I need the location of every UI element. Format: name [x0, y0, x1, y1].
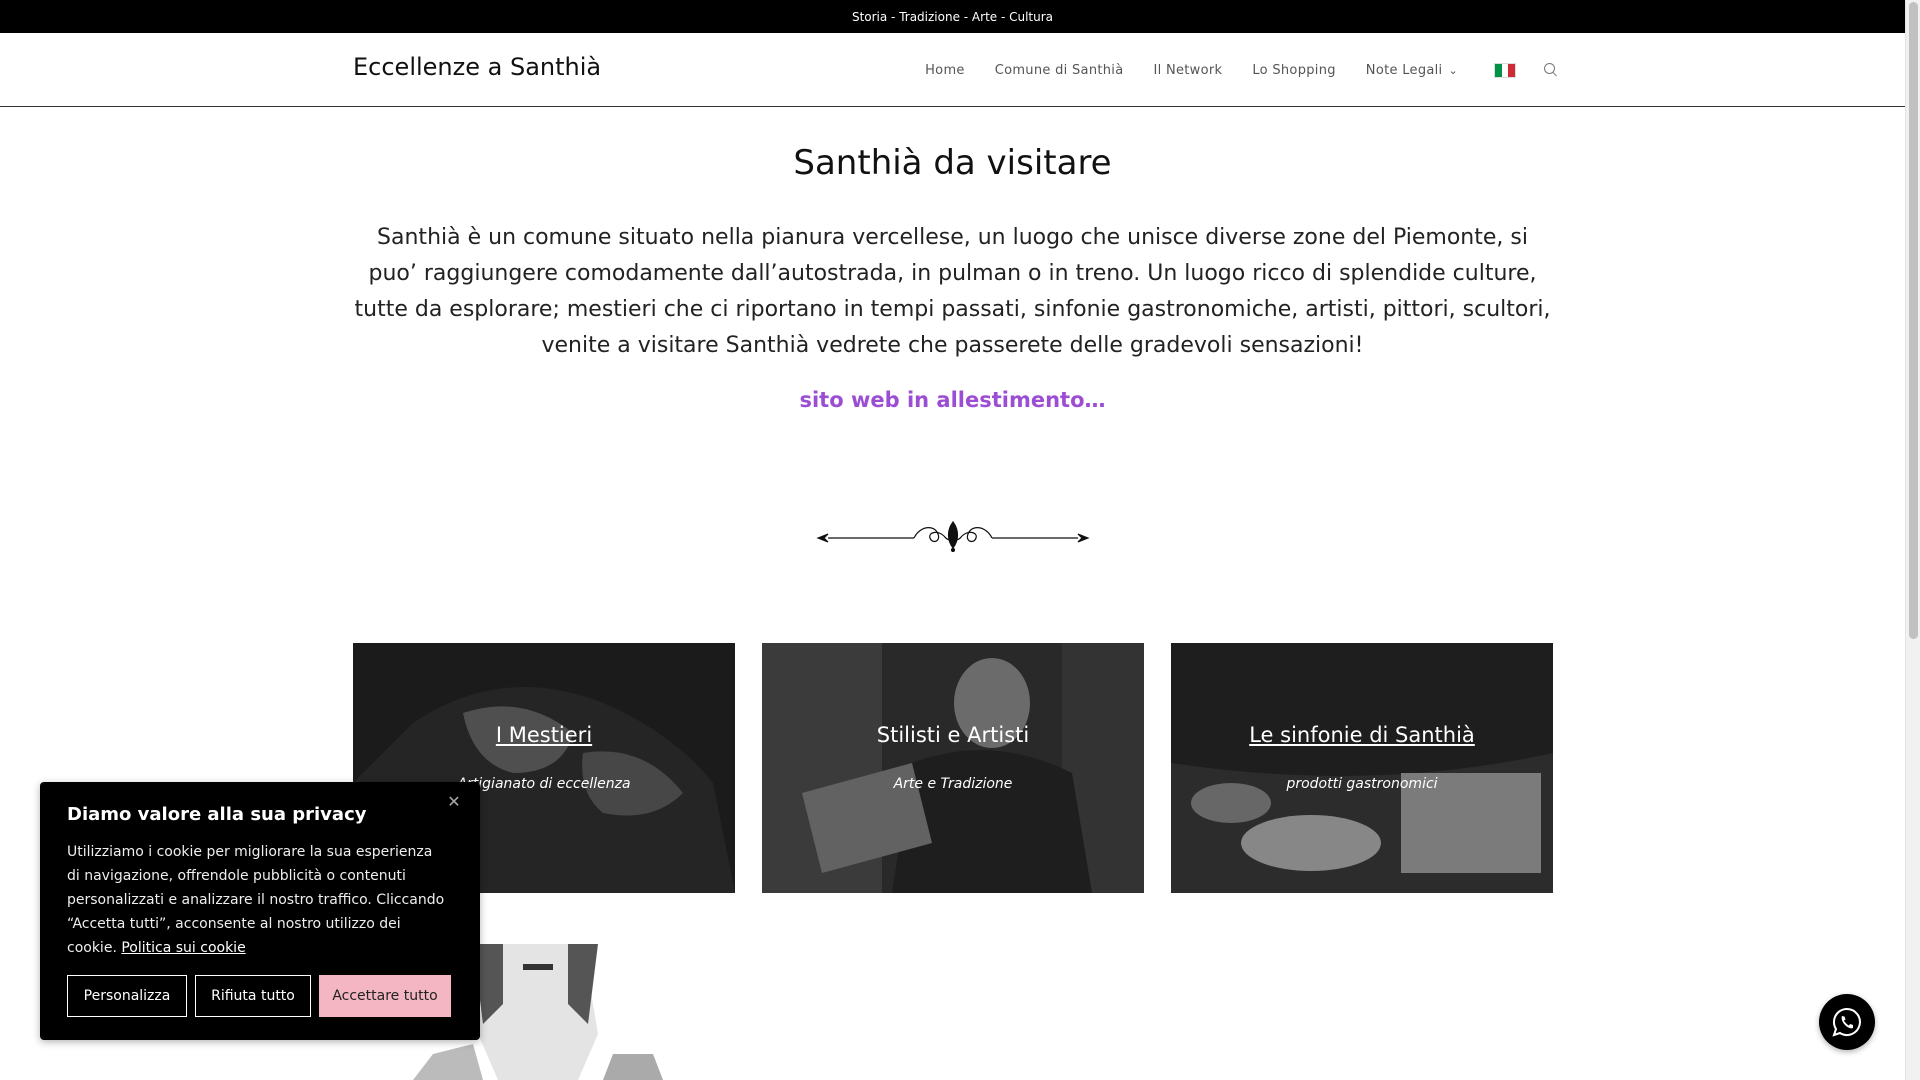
search-icon[interactable] [1544, 63, 1558, 77]
card-title[interactable]: Stilisti e Artisti [762, 723, 1144, 747]
wip-notice: sito web in allestimento… [799, 388, 1106, 412]
page-scrollbar[interactable] [1905, 0, 1920, 1080]
nav-item-network[interactable]: Il Network [1153, 63, 1222, 78]
card-subtitle: Arte e Tradizione [893, 776, 1013, 792]
nav-item-comune[interactable]: Comune di Santhià [995, 63, 1124, 78]
cookie-title: Diamo valore alla sua privacy [67, 804, 367, 825]
card-image-food [1171, 643, 1553, 893]
accept-all-button[interactable]: Accettare tutto [319, 975, 451, 1017]
ornament-divider-icon [816, 520, 1090, 552]
nav-item-shopping[interactable]: Lo Shopping [1252, 63, 1335, 78]
card-subtitle: prodotti gastronomici [1286, 776, 1438, 792]
cookie-buttons: Personalizza Rifiuta tutto Accettare tut… [67, 975, 459, 1017]
cookie-policy-link[interactable]: Politica sui cookie [121, 940, 245, 956]
intro-paragraph: Santhià è un comune situato nella pianur… [354, 225, 1551, 358]
nav-label: Note Legali [1365, 62, 1443, 78]
scrollbar-thumb[interactable] [1909, 2, 1918, 639]
nav-label: Il Network [1153, 62, 1223, 78]
card-stilisti-artisti[interactable]: Stilisti e Artisti Arte e Tradizione [762, 643, 1144, 893]
main-nav: Home Comune di Santhià Il Network Lo Sho… [895, 33, 1558, 107]
whatsapp-icon[interactable] [1819, 994, 1875, 1050]
card-title[interactable]: I Mestieri [353, 723, 735, 747]
nav-item-note-legali[interactable]: Note Legali ⌄ [1366, 63, 1458, 78]
nav-label: Lo Shopping [1252, 62, 1336, 78]
card-image-artist [762, 643, 1144, 893]
cookie-banner: Diamo valore alla sua privacy ✕ Utilizzi… [40, 782, 480, 1040]
page-title: Santhià da visitare [793, 143, 1112, 183]
chevron-down-icon: ⌄ [1448, 63, 1458, 77]
whatsapp-glyph [1832, 1007, 1861, 1037]
nav-label: Home [925, 62, 965, 78]
card-sinfonie[interactable]: Le sinfonie di Santhià prodotti gastrono… [1171, 643, 1553, 893]
top-bar-tagline: Storia - Tradizione - Arte - Cultura [851, 9, 1054, 24]
customize-button[interactable]: Personalizza [67, 975, 187, 1017]
nav-item-home[interactable]: Home [925, 63, 965, 78]
reject-all-button[interactable]: Rifiuta tutto [195, 975, 311, 1017]
site-header: Eccellenze a Santhià Home Comune di Sant… [0, 33, 1905, 107]
top-bar: Storia - Tradizione - Arte - Cultura [0, 0, 1905, 33]
nav-label: Comune di Santhià [994, 62, 1124, 78]
italian-flag-icon[interactable] [1494, 62, 1516, 78]
cookie-text-block: Utilizziamo i cookie per migliorare la s… [67, 840, 447, 960]
close-icon[interactable]: ✕ [442, 790, 466, 814]
card-title[interactable]: Le sinfonie di Santhià [1171, 723, 1553, 747]
site-logo[interactable]: Eccellenze a Santhià [353, 53, 601, 81]
